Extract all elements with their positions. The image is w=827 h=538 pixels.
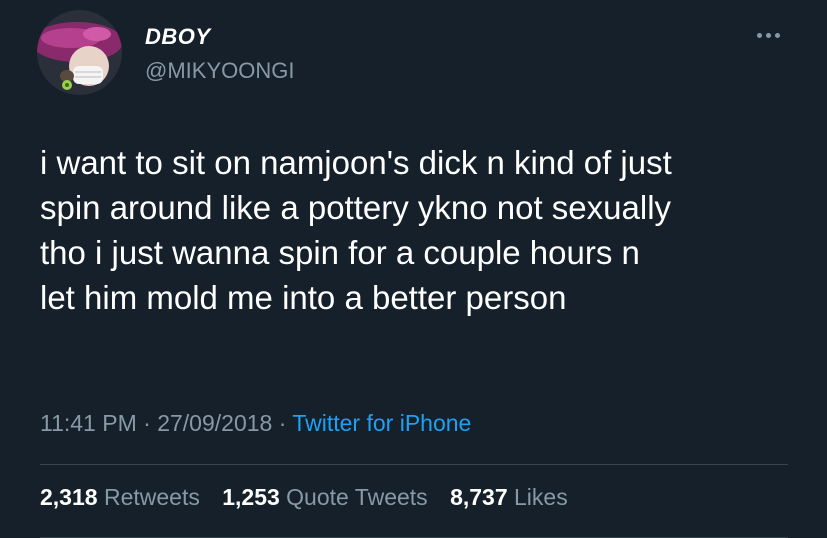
author-handle[interactable]: @MIKYOONGI [145,58,294,84]
tweet-time[interactable]: 11:41 PM [40,410,137,436]
meta-separator: · [136,410,158,436]
retweets-label: Retweets [103,484,200,510]
user-avatar-icon [37,10,122,95]
quote-tweets-label: Quote Tweets [286,484,428,510]
likes-count: 8,737 [450,484,508,510]
divider [40,464,788,465]
tweet-meta: 11:41 PM · 27/09/2018 · Twitter for iPho… [40,410,471,437]
retweets-count: 2,318 [40,484,98,510]
quote-tweets-stat[interactable]: 1,253 Quote Tweets [222,484,434,510]
meta-separator: · [272,410,293,436]
retweets-stat[interactable]: 2,318 Retweets [40,484,206,510]
tweet-source-link[interactable]: Twitter for iPhone [292,410,471,436]
tweet-stats: 2,318 Retweets 1,253 Quote Tweets 8,737 … [40,484,584,511]
more-options-button[interactable] [748,20,788,50]
likes-label: Likes [514,484,568,510]
tweet-text: i want to sit on namjoon's dick n kind o… [40,144,672,316]
more-horizontal-icon [756,32,762,38]
tweet-date[interactable]: 27/09/2018 [157,410,272,436]
more-horizontal-icon [774,32,780,38]
avatar[interactable] [37,10,122,95]
likes-stat[interactable]: 8,737 Likes [450,484,568,510]
more-horizontal-icon [765,32,771,38]
quote-tweets-count: 1,253 [222,484,280,510]
author-display-name[interactable]: DBOY [145,24,211,50]
